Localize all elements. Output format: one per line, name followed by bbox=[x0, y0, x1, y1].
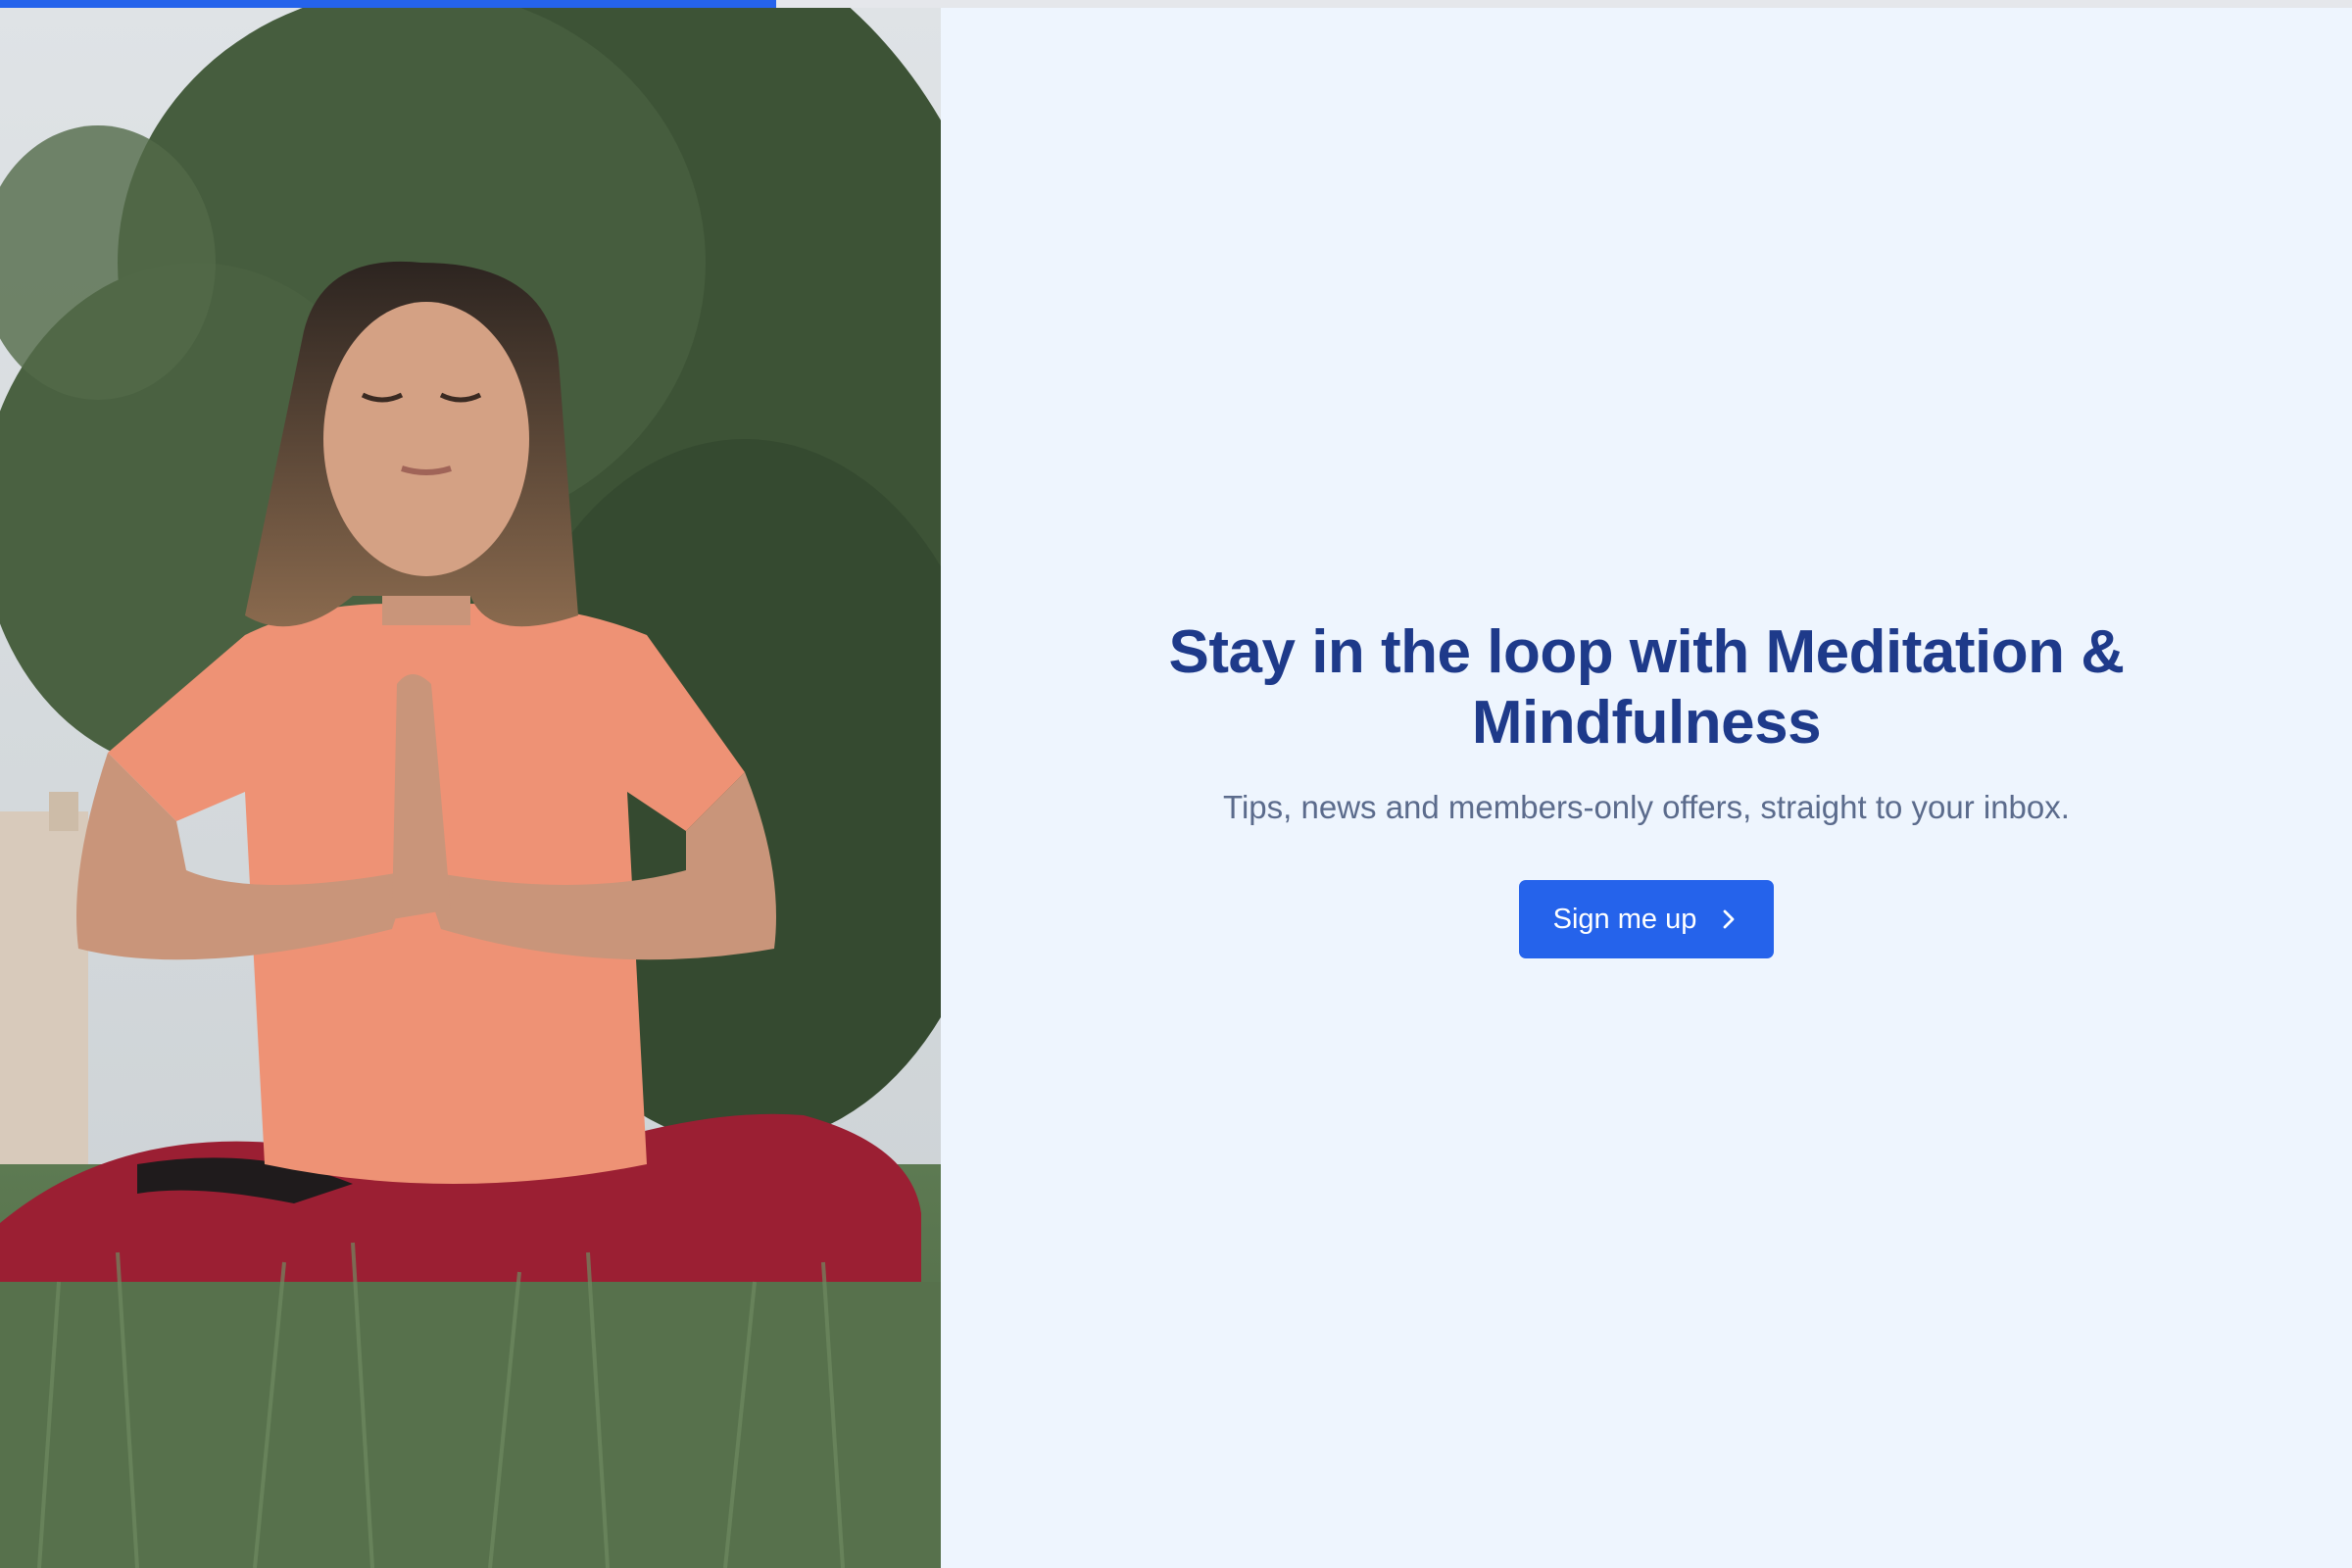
sign-up-button[interactable]: Sign me up bbox=[1519, 880, 1774, 958]
page-title: Stay in the loop with Meditation & Mindf… bbox=[1168, 618, 2125, 757]
subtitle: Tips, news and members-only offers, stra… bbox=[1223, 789, 2070, 825]
newsletter-panel: Stay in the loop with Meditation & Mindf… bbox=[941, 8, 2352, 1568]
progress-bar bbox=[0, 0, 2352, 8]
chevron-right-icon bbox=[1718, 908, 1740, 930]
sign-up-button-label: Sign me up bbox=[1552, 903, 1697, 935]
hero-image bbox=[0, 8, 941, 1568]
progress-bar-fill bbox=[0, 0, 776, 8]
